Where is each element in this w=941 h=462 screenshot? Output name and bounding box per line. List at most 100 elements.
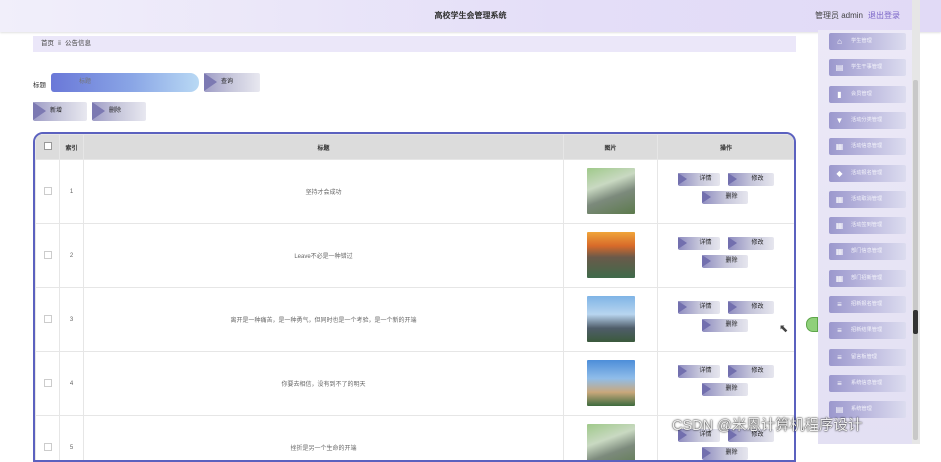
detail-button[interactable]: 详情	[678, 173, 720, 186]
row-checkbox[interactable]	[44, 251, 52, 259]
table-row: 1坚持才会成功详情修改删除	[36, 160, 795, 224]
list-icon: ≡	[835, 379, 844, 388]
breadcrumb: 首页 ⅱ 公告信息	[33, 36, 796, 52]
column-header-title: 标题	[84, 135, 564, 160]
delete-button[interactable]: 删除	[702, 383, 748, 396]
grid-icon: ▦	[835, 274, 844, 283]
scrollbar-thumb[interactable]	[913, 80, 918, 440]
row-checkbox[interactable]	[44, 187, 52, 195]
sidebar-item-label: 活动信息管理	[851, 138, 882, 155]
sidebar-item-14[interactable]: ≡ 系统信息管理	[829, 375, 906, 392]
sidebar-menu: ⌂学生管理 ▤ 学生干事管理 ▮会员管理 ▼ 活动分类管理 ▦ 活动信息管理 ◆ 活动报名管理 ▦ 活…	[818, 30, 918, 444]
sidebar-item-9[interactable]: ▦部门信息管理	[829, 243, 906, 260]
sidebar-item-label: 活动取消管理	[851, 191, 882, 208]
edit-button[interactable]: 修改	[728, 173, 774, 186]
edit-button[interactable]: 修改	[728, 301, 774, 314]
admin-label: 管理员 admin	[815, 10, 863, 21]
breadcrumb-current: 公告信息	[65, 40, 91, 47]
top-bar: 高校学生会管理系统 管理员 admin 退出登录	[0, 0, 941, 32]
sidebar-item-13[interactable]: ≡ 留言板管理	[829, 349, 906, 366]
row-title: Leave不必是一种错过	[84, 224, 564, 288]
row-checkbox[interactable]	[44, 379, 52, 387]
sidebar-item-12[interactable]: ≡ 招新结果管理	[829, 322, 906, 339]
sidebar-item-3[interactable]: ▮会员管理	[829, 86, 906, 103]
sidebar-item-11[interactable]: ≡招新报名管理	[829, 296, 906, 313]
sidebar-item-8[interactable]: ▦ 活动签到管理	[829, 217, 906, 234]
row-actions-cell: 详情修改删除	[658, 352, 795, 416]
sidebar-item-label: 活动分类管理	[851, 112, 882, 129]
grid-icon: ▦	[835, 142, 844, 151]
chart-icon: ▮	[835, 90, 844, 99]
batch-delete-button[interactable]: 删除	[92, 102, 146, 121]
row-image-cell	[564, 288, 658, 352]
row-select-cell	[36, 352, 60, 416]
column-header-actions: 操作	[658, 135, 795, 160]
sidebar-item-10[interactable]: ▦ 部门招新管理	[829, 270, 906, 287]
breadcrumb-separator: ⅱ	[58, 40, 61, 47]
edit-button[interactable]: 修改	[728, 365, 774, 378]
column-header-image: 图片	[564, 135, 658, 160]
row-title: 挫折是另一个生命的开端	[84, 416, 564, 462]
row-index: 2	[60, 224, 84, 288]
edge-handle[interactable]	[913, 310, 918, 334]
breadcrumb-home[interactable]: 首页	[41, 40, 54, 47]
sidebar-item-label: 活动报名管理	[851, 165, 882, 182]
select-all-checkbox[interactable]	[44, 142, 52, 150]
sidebar-item-4[interactable]: ▼ 活动分类管理	[829, 112, 906, 129]
table-row: 4你要去相信，没有到不了的明天详情修改删除	[36, 352, 795, 416]
row-select-cell	[36, 160, 60, 224]
logout-link[interactable]: 退出登录	[868, 10, 900, 21]
select-all-header	[36, 135, 60, 160]
delete-button[interactable]: 删除	[702, 255, 748, 268]
sidebar-item-label: 活动签到管理	[851, 217, 882, 234]
list-icon: ≡	[835, 326, 844, 335]
sidebar-item-label: 部门招新管理	[851, 270, 882, 287]
detail-button[interactable]: 详情	[678, 237, 720, 250]
row-actions-cell: 详情修改删除	[658, 160, 795, 224]
sidebar-item-label: 部门信息管理	[851, 243, 882, 260]
list-icon: ≡	[835, 353, 844, 362]
row-image-cell	[564, 352, 658, 416]
notice-image[interactable]	[587, 360, 635, 406]
notice-image[interactable]	[587, 296, 635, 342]
sidebar-item-5[interactable]: ▦ 活动信息管理	[829, 138, 906, 155]
doc-icon: ▤	[835, 63, 844, 72]
table-header-row: 索引 标题 图片 操作	[36, 135, 795, 160]
detail-button[interactable]: 详情	[678, 365, 720, 378]
row-index: 1	[60, 160, 84, 224]
row-checkbox[interactable]	[44, 315, 52, 323]
search-label: 标题	[33, 79, 46, 89]
watermark: CSDN @米恩计算机程序设计	[672, 414, 862, 435]
sidebar-item-label: 系统信息管理	[851, 375, 882, 392]
notice-image[interactable]	[587, 232, 635, 278]
grid-icon: ▦	[835, 195, 844, 204]
notice-image[interactable]	[587, 168, 635, 214]
sidebar-item-6[interactable]: ◆ 活动报名管理	[829, 165, 906, 182]
delete-button[interactable]: 删除	[702, 447, 748, 460]
row-select-cell	[36, 288, 60, 352]
edit-button[interactable]: 修改	[728, 237, 774, 250]
delete-button[interactable]: 删除	[702, 191, 748, 204]
sidebar-item-7[interactable]: ▦ 活动取消管理	[829, 191, 906, 208]
tag-icon: ◆	[835, 169, 844, 178]
app-title: 高校学生会管理系统	[0, 10, 941, 21]
grid-icon: ▦	[835, 221, 844, 230]
sidebar-item-label: 留言板管理	[851, 349, 877, 366]
delete-button[interactable]: 删除	[702, 319, 748, 332]
detail-button[interactable]: 详情	[678, 301, 720, 314]
search-button[interactable]: 查询	[204, 73, 260, 92]
sidebar-item-2[interactable]: ▤ 学生干事管理	[829, 59, 906, 76]
row-select-cell	[36, 224, 60, 288]
funnel-icon: ▼	[835, 116, 844, 125]
row-index: 5	[60, 416, 84, 462]
notice-table: 索引 标题 图片 操作 1坚持才会成功详情修改删除2Leave不必是一种错过详情…	[33, 132, 796, 462]
add-button[interactable]: 新增	[33, 102, 87, 121]
sidebar-item-1[interactable]: ⌂学生管理	[829, 33, 906, 50]
sidebar-item-label: 招新结果管理	[851, 322, 882, 339]
side-toggle-handle[interactable]	[806, 317, 818, 332]
sidebar-item-label: 学生干事管理	[851, 59, 882, 76]
sidebar-item-label: 学生管理	[851, 33, 872, 50]
row-index: 4	[60, 352, 84, 416]
notice-image[interactable]	[587, 424, 635, 462]
title-search-input[interactable]	[51, 73, 199, 92]
